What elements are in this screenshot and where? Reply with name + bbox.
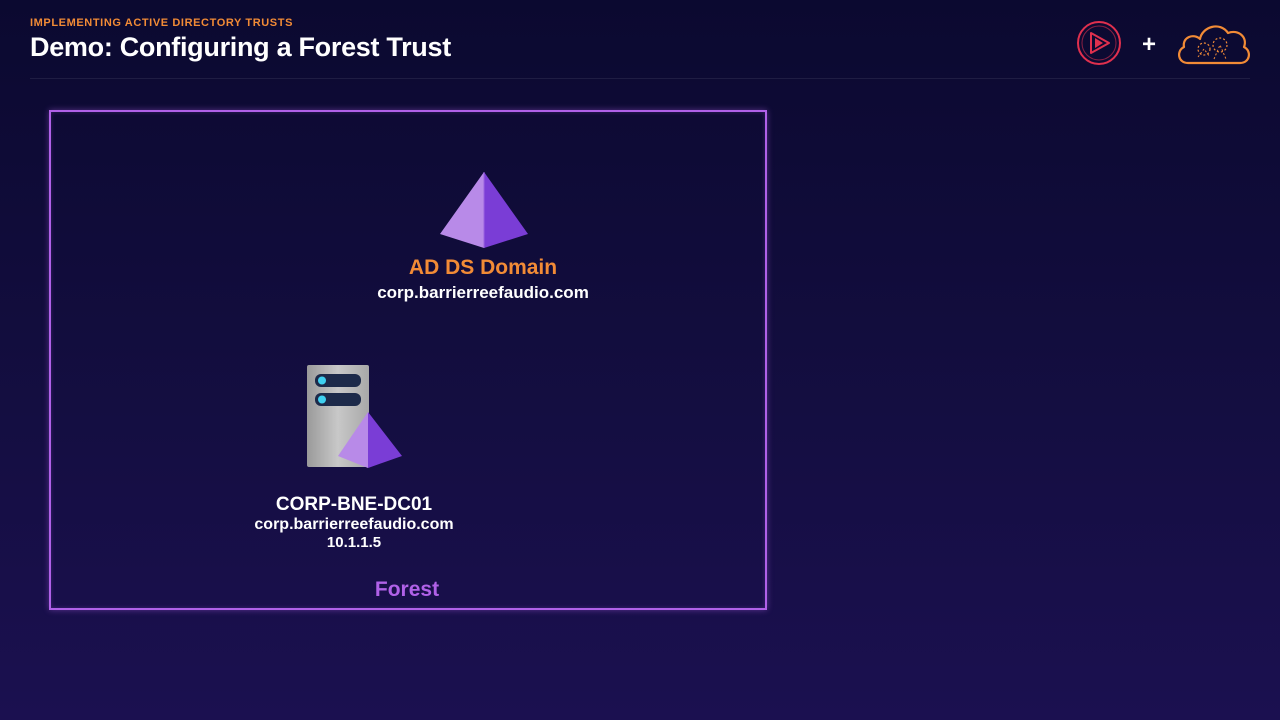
brand-logos: + (1076, 20, 1252, 70)
domain-title: AD DS Domain (408, 256, 558, 279)
pyramid-icon (440, 172, 528, 253)
domain-controller-info: CORP-BNE-DC01 corp.barrierreefaudio.com … (204, 494, 504, 552)
slide-header: IMPLEMENTING ACTIVE DIRECTORY TRUSTS Dem… (30, 17, 451, 63)
section-label: IMPLEMENTING ACTIVE DIRECTORY TRUSTS (30, 17, 294, 29)
page-title: Demo: Configuring a Forest Trust (30, 32, 451, 62)
dc-ip-address: 10.1.1.5 (326, 534, 382, 551)
dc-name: CORP-BNE-DC01 (275, 494, 433, 515)
play-logo-icon (1076, 20, 1122, 71)
server-icon (306, 364, 406, 475)
header-divider (30, 78, 1250, 79)
plus-sign: + (1141, 31, 1156, 58)
domain-fqdn: corp.barrierreefaudio.com (377, 283, 589, 302)
dc-fqdn: corp.barrierreefaudio.com (254, 516, 454, 533)
forest-label: Forest (374, 578, 440, 601)
cloud-logo-icon (1174, 19, 1252, 72)
